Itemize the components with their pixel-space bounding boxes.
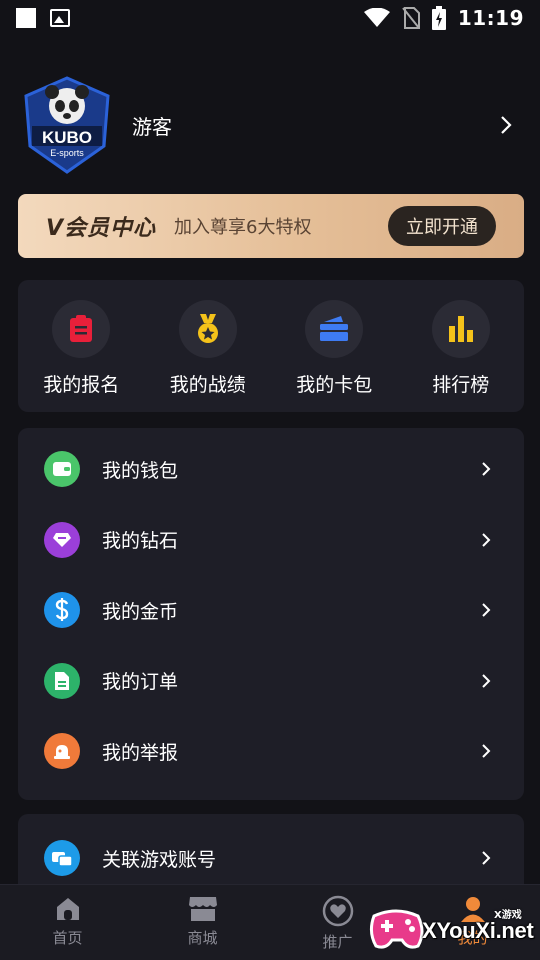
chevron-right-icon[interactable] xyxy=(496,115,516,135)
watermark-text: XYouXi.net xyxy=(422,918,534,943)
document-icon xyxy=(44,662,80,699)
vip-center-logo: V会员中心 xyxy=(46,216,157,241)
menu-item-diamonds[interactable]: 我的钻石 xyxy=(18,505,524,576)
status-bar: 11:19 xyxy=(0,0,540,36)
quick-action-label: 排行榜 xyxy=(432,374,490,396)
tab-label: 首页 xyxy=(52,929,83,947)
chevron-right-icon xyxy=(476,600,496,620)
heart-icon xyxy=(322,895,353,927)
store-icon xyxy=(188,897,217,921)
no-sim-icon xyxy=(402,7,420,29)
menu-item-label: 我的举报 xyxy=(102,741,179,764)
tab-store[interactable]: 商城 xyxy=(135,885,270,960)
quick-action-label: 我的报名 xyxy=(43,374,120,396)
link-account-icon xyxy=(44,840,80,876)
menu-item-orders[interactable]: 我的订单 xyxy=(18,646,524,717)
wallet-icon xyxy=(44,451,80,488)
notification-square-icon xyxy=(16,8,36,28)
tab-label: 推广 xyxy=(322,933,353,951)
tab-home[interactable]: 首页 xyxy=(0,885,135,960)
vip-description: 加入尊享6大特权 xyxy=(174,217,312,238)
battery-icon xyxy=(431,6,446,30)
chevron-right-icon xyxy=(476,671,496,691)
gamepad-icon xyxy=(369,909,424,949)
home-icon xyxy=(56,898,79,920)
menu-item-reports[interactable]: 我的举报 xyxy=(18,716,524,787)
watermark-logo: X游戏 XYouXi.net xyxy=(366,880,540,960)
quick-actions-card: 我的报名 我的战绩 我的卡包 排行榜 xyxy=(18,280,524,412)
activate-vip-button[interactable]: 立即开通 xyxy=(388,206,496,246)
avatar-logo-text: KUBO xyxy=(42,128,92,147)
image-notification-icon xyxy=(50,9,70,27)
alarm-icon xyxy=(44,733,80,770)
profile-row[interactable]: KUBO E-sports 游客 xyxy=(24,76,516,174)
clipboard-icon xyxy=(52,300,111,358)
quick-action-card-wallet[interactable]: 我的卡包 xyxy=(271,280,398,412)
tab-label: 商城 xyxy=(187,929,218,947)
quick-action-registration[interactable]: 我的报名 xyxy=(18,280,145,412)
diamond-icon xyxy=(44,521,80,558)
dollar-icon xyxy=(44,592,80,629)
avatar[interactable]: KUBO E-sports xyxy=(24,76,110,174)
vip-banner[interactable]: V会员中心 加入尊享6大特权 立即开通 xyxy=(18,194,524,258)
quick-action-record[interactable]: 我的战绩 xyxy=(145,280,272,412)
quick-action-leaderboard[interactable]: 排行榜 xyxy=(398,280,525,412)
menu-item-label: 我的订单 xyxy=(102,671,179,694)
chevron-right-icon xyxy=(476,530,496,550)
menu-item-label: 我的钻石 xyxy=(102,530,179,553)
medal-icon xyxy=(178,300,237,358)
avatar-logo-subtext: E-sports xyxy=(50,148,84,158)
bar-chart-icon xyxy=(431,300,490,358)
quick-action-label: 我的卡包 xyxy=(296,374,373,396)
account-menu: 我的钱包 我的钻石 我的金币 我的订单 我的举报 xyxy=(18,428,524,800)
chevron-right-icon xyxy=(476,459,496,479)
clock-time: 11:19 xyxy=(457,6,524,30)
menu-item-label: 我的金币 xyxy=(102,600,179,623)
wifi-icon xyxy=(363,8,390,27)
menu-item-wallet[interactable]: 我的钱包 xyxy=(18,434,524,505)
quick-action-label: 我的战绩 xyxy=(169,374,246,396)
username[interactable]: 游客 xyxy=(132,111,172,140)
menu-item-label: 我的钱包 xyxy=(102,459,179,482)
chevron-right-icon xyxy=(476,741,496,761)
card-wallet-icon xyxy=(305,300,364,358)
menu-item-coins[interactable]: 我的金币 xyxy=(18,575,524,646)
chevron-right-icon xyxy=(476,848,496,868)
menu-item-label: 关联游戏账号 xyxy=(102,848,217,871)
